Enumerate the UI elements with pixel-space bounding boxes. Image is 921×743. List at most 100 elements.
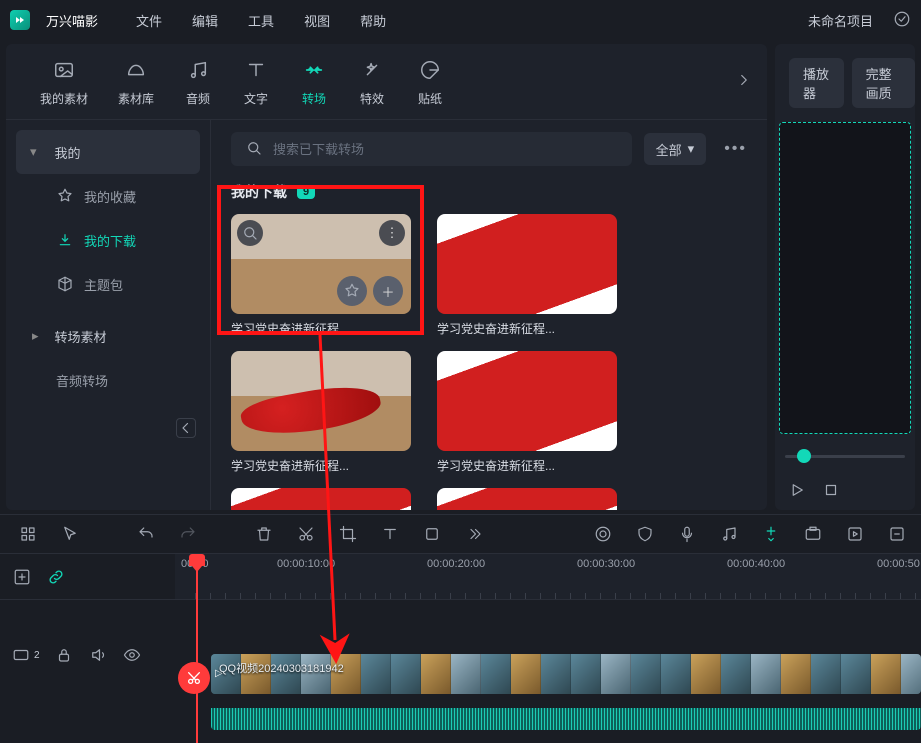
timeline: 2 00:00 00:00:10:00 00:00:20:00 00:00:30… bbox=[0, 514, 921, 743]
menu-tools[interactable]: 工具 bbox=[248, 11, 274, 30]
add-icon[interactable]: ＋ bbox=[373, 276, 403, 306]
tab-effects[interactable]: 特效 bbox=[358, 56, 386, 107]
gallery-item[interactable] bbox=[437, 488, 617, 510]
timeline-tracks[interactable]: 00:00 00:00:10:00 00:00:20:00 00:00:30:0… bbox=[175, 554, 921, 743]
preview-seek-slider[interactable] bbox=[785, 444, 905, 468]
content-area: 全部 ▾ ••• 我的下载 9 bbox=[211, 120, 767, 510]
timeline-track-headers: 2 bbox=[0, 554, 175, 743]
cut-icon[interactable] bbox=[296, 524, 316, 544]
frame-icon[interactable] bbox=[422, 524, 442, 544]
gallery-item[interactable] bbox=[231, 488, 411, 510]
delete-icon[interactable] bbox=[254, 524, 274, 544]
tab-text[interactable]: 文字 bbox=[242, 56, 270, 107]
text-tool-icon[interactable] bbox=[380, 524, 400, 544]
gallery-item-caption: 学习党史奋进新征程... bbox=[231, 457, 411, 474]
video-track[interactable]: ▷ QQ视频20240303181942 bbox=[175, 648, 921, 708]
sidebar: ▾ 我的 我的收藏 我的下载 bbox=[6, 120, 211, 510]
audio-track[interactable] bbox=[175, 708, 921, 736]
cube-icon bbox=[56, 275, 74, 293]
preview-panel: 播放器 完整画质 bbox=[775, 44, 915, 510]
project-name[interactable]: 未命名项目 bbox=[808, 11, 873, 30]
app-name: 万兴喵影 bbox=[46, 11, 98, 30]
gallery-count-badge: 9 bbox=[297, 185, 315, 199]
menu-help[interactable]: 帮助 bbox=[360, 11, 386, 30]
grid-icon[interactable] bbox=[18, 524, 38, 544]
gallery-item[interactable]: 学习党史奋进新征程... bbox=[437, 214, 617, 337]
tab-quality[interactable]: 完整画质 bbox=[852, 58, 915, 108]
audio-waveform[interactable] bbox=[211, 708, 921, 730]
settings-icon[interactable] bbox=[887, 524, 907, 544]
gallery-thumb[interactable] bbox=[231, 488, 411, 510]
main-menu: 文件 编辑 工具 视图 帮助 bbox=[136, 11, 386, 30]
playhead-line[interactable] bbox=[196, 554, 198, 743]
undo-icon[interactable] bbox=[136, 524, 156, 544]
tab-stock[interactable]: 素材库 bbox=[118, 56, 154, 107]
gallery-item[interactable]: ⋮ ＋ 学习党史奋进新征程... bbox=[231, 214, 411, 337]
menu-view[interactable]: 视图 bbox=[304, 11, 330, 30]
gallery-item-caption: 学习党史奋进新征程... bbox=[437, 457, 617, 474]
gallery-item-caption: 学习党史奋进新征程... bbox=[437, 320, 617, 337]
sidebar-collapse-button[interactable] bbox=[176, 418, 196, 438]
media-panel: 我的素材 素材库 音频 文字 转场 特效 bbox=[6, 44, 767, 510]
split-button[interactable] bbox=[178, 662, 210, 694]
category-tabs: 我的素材 素材库 音频 文字 转场 特效 bbox=[6, 44, 767, 120]
tab-player[interactable]: 播放器 bbox=[789, 58, 844, 108]
tab-transition[interactable]: 转场 bbox=[300, 56, 328, 107]
search-input[interactable] bbox=[273, 142, 618, 157]
gallery-thumb[interactable] bbox=[231, 351, 411, 451]
lock-icon[interactable] bbox=[54, 645, 74, 665]
export-icon[interactable] bbox=[845, 524, 865, 544]
tab-my-media[interactable]: 我的素材 bbox=[40, 56, 88, 107]
menu-edit[interactable]: 编辑 bbox=[192, 11, 218, 30]
music-settings-icon[interactable] bbox=[719, 524, 739, 544]
clip-title: QQ视频20240303181942 bbox=[219, 660, 344, 676]
tab-stickers[interactable]: 贴纸 bbox=[416, 56, 444, 107]
sidebar-audio-transition[interactable]: 音频转场 bbox=[6, 358, 210, 402]
track-label: 2 bbox=[12, 646, 40, 664]
marker-icon[interactable] bbox=[761, 524, 781, 544]
crop-icon[interactable] bbox=[338, 524, 358, 544]
shield-icon[interactable] bbox=[635, 524, 655, 544]
filter-all-button[interactable]: 全部 ▾ bbox=[644, 133, 707, 165]
chevron-down-icon: ▾ bbox=[688, 141, 695, 157]
chevron-right-icon: ▸ bbox=[32, 328, 39, 344]
preview-viewport[interactable] bbox=[779, 122, 911, 434]
visibility-icon[interactable] bbox=[122, 645, 142, 665]
preview-icon[interactable] bbox=[237, 220, 263, 246]
gallery-item[interactable]: 学习党史奋进新征程... bbox=[437, 351, 617, 474]
sidebar-transition-assets[interactable]: ▸ 转场素材 bbox=[6, 314, 210, 358]
play-button[interactable] bbox=[787, 480, 807, 500]
search-box[interactable] bbox=[231, 132, 632, 166]
tabs-more-icon[interactable] bbox=[735, 71, 753, 92]
menu-bar: 万兴喵影 文件 编辑 工具 视图 帮助 未命名项目 bbox=[0, 0, 921, 40]
tab-audio[interactable]: 音频 bbox=[184, 56, 212, 107]
sidebar-theme[interactable]: 主题包 bbox=[6, 262, 210, 306]
add-track-icon[interactable] bbox=[12, 567, 32, 587]
more-tools-icon[interactable] bbox=[464, 524, 484, 544]
gallery-thumb[interactable] bbox=[437, 351, 617, 451]
gallery-section-title: 我的下载 9 bbox=[231, 182, 753, 202]
menu-file[interactable]: 文件 bbox=[136, 11, 162, 30]
cursor-icon[interactable] bbox=[60, 524, 80, 544]
sidebar-favorites[interactable]: 我的收藏 bbox=[6, 174, 210, 218]
search-icon bbox=[245, 139, 263, 160]
gallery-thumb[interactable] bbox=[437, 488, 617, 510]
record-icon[interactable] bbox=[593, 524, 613, 544]
redo-icon[interactable] bbox=[178, 524, 198, 544]
favorite-icon[interactable] bbox=[337, 276, 367, 306]
mute-icon[interactable] bbox=[88, 645, 108, 665]
sidebar-mine-header[interactable]: ▾ 我的 bbox=[16, 130, 200, 174]
item-menu-icon[interactable]: ⋮ bbox=[379, 220, 405, 246]
link-icon[interactable] bbox=[46, 567, 66, 587]
gallery-thumb[interactable] bbox=[437, 214, 617, 314]
gallery-thumb[interactable]: ⋮ ＋ bbox=[231, 214, 411, 314]
timeline-toolbar bbox=[0, 514, 921, 554]
stop-button[interactable] bbox=[821, 480, 841, 500]
gallery-item[interactable]: 学习党史奋进新征程... bbox=[231, 351, 411, 474]
timeline-ruler[interactable]: 00:00 00:00:10:00 00:00:20:00 00:00:30:0… bbox=[175, 554, 921, 600]
sidebar-downloads[interactable]: 我的下载 bbox=[6, 218, 210, 262]
screenshot-icon[interactable] bbox=[803, 524, 823, 544]
mic-icon[interactable] bbox=[677, 524, 697, 544]
star-icon bbox=[56, 187, 74, 205]
more-options-button[interactable]: ••• bbox=[718, 140, 753, 158]
